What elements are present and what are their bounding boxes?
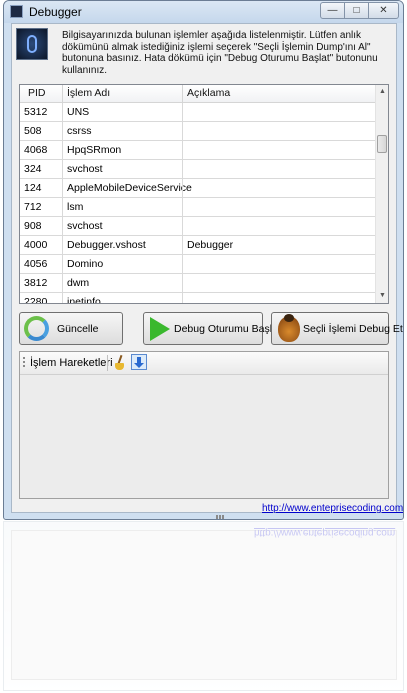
toolbar-separator bbox=[107, 355, 108, 371]
client-area: Bilgisayarınızda bulunan işlemler aşağıd… bbox=[11, 23, 403, 514]
pid-cell: 324 bbox=[24, 163, 42, 175]
process-name-cell: lsm bbox=[67, 201, 84, 213]
process-name-cell: svchost bbox=[67, 163, 103, 175]
process-name-cell: svchost bbox=[67, 220, 103, 232]
table-row[interactable]: 324 svchost bbox=[20, 160, 375, 179]
column-header-description[interactable]: Açıklama bbox=[187, 87, 230, 99]
window-reflection: http://www.enteprisecoding.com bbox=[3, 521, 404, 691]
process-name-cell: dwm bbox=[67, 277, 90, 289]
pid-cell: 508 bbox=[24, 125, 42, 137]
close-button[interactable]: ✕ bbox=[368, 2, 399, 19]
process-list-scrollbar[interactable]: ▲ ▼ bbox=[375, 85, 388, 303]
process-name-cell: Debugger.vshost bbox=[67, 239, 146, 251]
table-row[interactable]: 908 svchost bbox=[20, 217, 375, 236]
table-row[interactable]: 4056 Domino bbox=[20, 255, 375, 274]
table-row[interactable]: 5312 UNS bbox=[20, 103, 375, 122]
debug-selected-process-button[interactable]: Seçli İşlemi Debug Et bbox=[271, 312, 403, 345]
description-cell: Debugger bbox=[187, 239, 234, 251]
table-row[interactable]: 124 AppleMobileDeviceService bbox=[20, 179, 375, 198]
pid-cell: 4068 bbox=[24, 144, 48, 156]
pid-cell: 5312 bbox=[24, 106, 48, 118]
maximize-button[interactable]: □ bbox=[344, 2, 369, 19]
process-name-cell: UNS bbox=[67, 106, 90, 118]
scroll-up-icon[interactable]: ▲ bbox=[376, 85, 388, 99]
play-icon bbox=[150, 317, 170, 341]
pid-cell: 4056 bbox=[24, 258, 48, 270]
pid-cell: 2280 bbox=[24, 296, 48, 304]
debug-selected-label: Seçli İşlemi Debug Et bbox=[303, 323, 403, 335]
broom-icon[interactable] bbox=[113, 355, 127, 371]
process-name-cell: AppleMobileDeviceService bbox=[67, 182, 192, 194]
refresh-button[interactable]: Güncelle bbox=[19, 312, 123, 345]
minimize-button[interactable]: — bbox=[320, 2, 345, 19]
resize-grip-icon[interactable] bbox=[216, 515, 224, 519]
process-name-cell: csrss bbox=[67, 125, 92, 137]
pid-cell: 908 bbox=[24, 220, 42, 232]
column-header-name[interactable]: İşlem Adı bbox=[67, 87, 110, 99]
bug-icon bbox=[278, 314, 300, 342]
pid-cell: 4000 bbox=[24, 239, 48, 251]
column-header-pid[interactable]: PID bbox=[28, 87, 46, 99]
table-row[interactable]: 2280 inetinfo bbox=[20, 293, 375, 304]
scroll-down-icon[interactable]: ▼ bbox=[376, 289, 388, 303]
scrollbar-thumb[interactable] bbox=[377, 135, 387, 153]
table-row[interactable]: 3812 dwm bbox=[20, 274, 375, 293]
process-list-header: PID İşlem Adı Açıklama bbox=[20, 85, 375, 103]
debugger-bug-icon bbox=[16, 28, 48, 60]
pid-cell: 124 bbox=[24, 182, 42, 194]
app-icon bbox=[10, 5, 23, 18]
process-rows: 5312 UNS 508 csrss 4068 HpqSRmon 324 svchost 124… bbox=[20, 103, 375, 304]
log-panel-title: İşlem Hareketleri bbox=[30, 357, 113, 369]
process-name-cell: Domino bbox=[67, 258, 104, 270]
toolbar-grip-icon[interactable] bbox=[23, 357, 25, 369]
process-list[interactable]: PID İşlem Adı Açıklama 5312 UNS 508 csrss 40… bbox=[19, 84, 389, 304]
log-toolbar: İşlem Hareketleri bbox=[20, 352, 388, 375]
refresh-icon bbox=[24, 316, 49, 341]
pid-cell: 3812 bbox=[24, 277, 48, 289]
table-row[interactable]: 712 lsm bbox=[20, 198, 375, 217]
start-debug-label: Debug Oturumu Başlat bbox=[174, 323, 281, 335]
log-panel: İşlem Hareketleri bbox=[19, 351, 389, 499]
table-row[interactable]: 4000 Debugger.vshost Debugger bbox=[20, 236, 375, 255]
pid-cell: 712 bbox=[24, 201, 42, 213]
title-bar[interactable]: Debugger — □ ✕ bbox=[4, 1, 403, 23]
reflected-website-link: http://www.enteprisecoding.com bbox=[254, 527, 396, 538]
table-row[interactable]: 508 csrss bbox=[20, 122, 375, 141]
table-row[interactable]: 4068 HpqSRmon bbox=[20, 141, 375, 160]
window-title: Debugger bbox=[29, 5, 82, 19]
process-name-cell: inetinfo bbox=[67, 296, 101, 304]
start-debug-session-button[interactable]: Debug Oturumu Başlat bbox=[143, 312, 281, 345]
instructions-text: Bilgisayarınızda bulunan işlemler aşağıd… bbox=[62, 30, 378, 76]
website-link[interactable]: http://www.enteprisecoding.com bbox=[262, 503, 403, 514]
process-name-cell: HpqSRmon bbox=[67, 144, 122, 156]
refresh-button-label: Güncelle bbox=[57, 323, 99, 335]
save-download-icon[interactable] bbox=[131, 354, 147, 370]
debugger-window: Debugger — □ ✕ Bilgisayarınızda bulunan … bbox=[3, 0, 404, 520]
